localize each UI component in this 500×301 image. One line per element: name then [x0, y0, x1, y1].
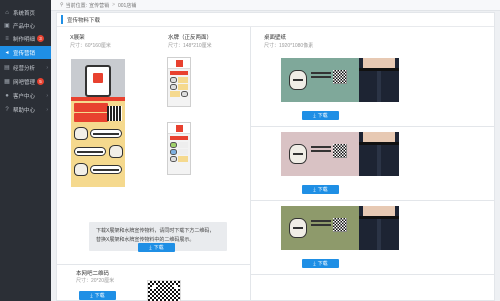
chart-icon: ▤	[4, 65, 10, 71]
sidebar-item-label: 制作明细	[13, 36, 36, 43]
download-icon: ⤓	[313, 112, 316, 119]
wallpaper-1-image	[281, 58, 399, 102]
qrcode-title: 本网吧二维码	[76, 271, 110, 277]
sidebar-item-label: 帮助中心	[13, 107, 36, 114]
title-divider	[57, 26, 494, 27]
download-icon: ⤓	[313, 186, 316, 193]
instructions-line-1: 下载X展架和水牌宣传物料，请同时下载下方二维码，	[96, 228, 215, 234]
section-divider	[251, 126, 494, 127]
chevron-right-icon: ›	[46, 64, 48, 71]
watersign-title: 水牌（正反两面）	[168, 35, 213, 41]
notification-badge: 3	[37, 35, 44, 42]
download-wallpaper-3-button[interactable]: ⤓ 下载	[302, 259, 339, 268]
watersign-back-image	[167, 122, 191, 175]
sidebar-item-label: 系统首页	[13, 10, 36, 17]
chevron-right-icon: ›	[46, 92, 48, 99]
download-wallpaper-1-button[interactable]: ⤓ 下载	[302, 111, 339, 120]
breadcrumb: ⚲ 当前位置: 宣传营销 > 001店铺	[51, 0, 500, 11]
section-divider	[251, 200, 494, 201]
page-title: 宣传物料下载	[61, 15, 100, 24]
sidebar-item-products[interactable]: ▣ 产品中心	[0, 19, 51, 32]
sidebar-item-home[interactable]: ⌂ 系统首页	[0, 6, 51, 19]
breadcrumb-separator: >	[112, 2, 115, 8]
list-icon: ≡	[5, 35, 9, 42]
breadcrumb-page: 001店铺	[118, 2, 137, 9]
materials-panel: 宣传物料下载 X展架 尺寸：60*160厘米 水牌（正反两面） 尺寸：148*2…	[56, 12, 495, 301]
notification-badge: 5	[37, 78, 44, 85]
download-icon: ⤓	[149, 244, 152, 251]
sidebar-item-analysis[interactable]: ▤ 经营分析 ›	[0, 61, 51, 74]
xstand-poster-image	[71, 59, 125, 187]
user-icon: ●	[5, 92, 9, 99]
qrcode-image	[147, 280, 181, 301]
sidebar-item-label: 经营分析	[13, 65, 36, 72]
sidebar-item-label: 客户中心	[13, 93, 36, 100]
download-wallpaper-2-button[interactable]: ⤓ 下载	[302, 185, 339, 194]
sidebar-item-label: 网吧管理	[13, 79, 36, 86]
wallpaper-size: 尺寸：1920*1080像素	[264, 43, 314, 49]
location-pin-icon: ⚲	[60, 2, 64, 8]
cube-icon: ▣	[4, 23, 10, 29]
section-divider	[251, 274, 494, 275]
qrcode-size: 尺寸：20*20厘米	[76, 278, 115, 284]
watersign-size: 尺寸：148*210厘米	[168, 43, 212, 49]
download-qrcode-button[interactable]: ⤓ 下载	[79, 291, 116, 300]
wallpaper-2-image	[281, 132, 399, 176]
watersign-front-image	[167, 57, 191, 107]
sidebar-item-production[interactable]: ≡ 制作明细 3	[0, 32, 51, 45]
download-posters-button[interactable]: ⤓ 下载	[138, 243, 175, 252]
download-icon: ⤓	[313, 260, 316, 267]
wallpaper-3-image	[281, 206, 399, 250]
sidebar-item-customers[interactable]: ● 客户中心 ›	[0, 89, 51, 102]
breadcrumb-section[interactable]: 宣传营销	[89, 2, 109, 9]
sidebar: ⌂ 系统首页 ▣ 产品中心 ≡ 制作明细 3 ◂ 宣传营销 ▤ 经营分析 › ▦…	[0, 0, 51, 301]
section-divider	[57, 264, 250, 265]
sidebar-item-label: 产品中心	[13, 23, 36, 30]
sidebar-item-help[interactable]: ? 帮助中心 ›	[0, 103, 51, 116]
help-icon: ?	[5, 106, 9, 113]
column-divider	[250, 27, 251, 301]
sidebar-item-marketing[interactable]: ◂ 宣传营销	[0, 46, 51, 59]
breadcrumb-prefix: 当前位置:	[65, 2, 88, 9]
xstand-size: 尺寸：60*160厘米	[70, 43, 111, 49]
chevron-right-icon: ›	[46, 106, 48, 113]
shop-icon: ▦	[4, 79, 10, 85]
xstand-title: X展架	[70, 35, 85, 41]
megaphone-icon: ◂	[5, 50, 9, 56]
home-icon: ⌂	[5, 9, 9, 16]
sidebar-item-label: 宣传营销	[13, 50, 36, 57]
download-icon: ⤓	[90, 292, 93, 299]
sidebar-item-cafe-manage[interactable]: ▦ 网吧管理 5	[0, 75, 51, 88]
wallpaper-title: 桌面壁纸	[264, 35, 287, 41]
